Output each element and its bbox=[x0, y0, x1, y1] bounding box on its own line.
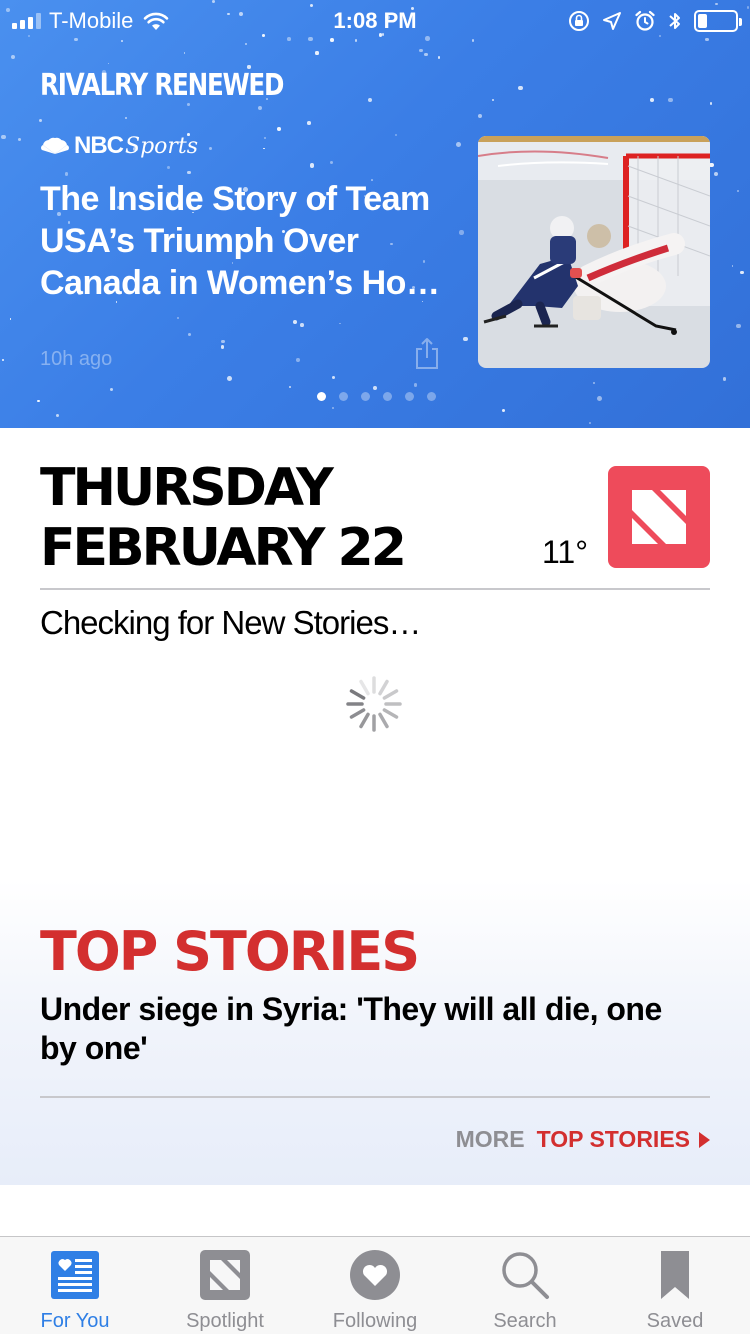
top-story-headline[interactable]: Under siege in Syria: 'They will all die… bbox=[40, 990, 700, 1068]
location-icon bbox=[603, 12, 621, 30]
top-stories-title[interactable]: TOP STORIES bbox=[40, 920, 420, 983]
date-weekday: THURSDAY bbox=[40, 458, 334, 518]
tab-label: Following bbox=[332, 1310, 418, 1332]
hero-timestamp: 10h ago bbox=[40, 348, 113, 370]
orientation-lock-icon bbox=[569, 11, 589, 31]
saved-icon bbox=[661, 1251, 689, 1299]
page-dot[interactable] bbox=[338, 392, 348, 401]
page-dot[interactable] bbox=[382, 392, 392, 401]
page-dot[interactable] bbox=[426, 392, 436, 401]
tab-label: For You bbox=[40, 1310, 110, 1332]
hero-image-hockey[interactable] bbox=[478, 136, 710, 368]
tab-saved[interactable]: Saved bbox=[600, 1237, 750, 1334]
page-dot[interactable] bbox=[316, 392, 326, 401]
search-icon bbox=[502, 1252, 549, 1299]
alarm-icon bbox=[635, 10, 655, 31]
news-app-logo bbox=[608, 466, 710, 568]
tab-label: Spotlight bbox=[186, 1310, 264, 1332]
page-dot[interactable] bbox=[404, 392, 414, 401]
share-icon[interactable] bbox=[412, 336, 442, 370]
bluetooth-icon bbox=[669, 13, 680, 29]
tab-for-you[interactable]: For You bbox=[0, 1237, 150, 1334]
nbc-peacock-icon bbox=[41, 137, 69, 154]
battery-icon bbox=[694, 10, 742, 32]
divider bbox=[40, 1096, 710, 1098]
loading-spinner-icon bbox=[346, 676, 402, 732]
source-logo: NBC Sports bbox=[40, 132, 198, 160]
page-indicator[interactable] bbox=[0, 392, 750, 401]
weather-temperature[interactable]: 11° bbox=[542, 534, 588, 571]
tab-following[interactable]: Following bbox=[300, 1237, 450, 1334]
divider bbox=[40, 588, 710, 590]
tab-bar: For You Spotlight Following Search Saved bbox=[0, 1236, 750, 1334]
loading-status-text: Checking for New Stories… bbox=[40, 604, 421, 641]
hero-section-label: RIVALRY RENEWED bbox=[40, 68, 284, 103]
tab-search[interactable]: Search bbox=[450, 1237, 600, 1334]
spotlight-icon bbox=[200, 1250, 250, 1300]
for-you-icon bbox=[51, 1251, 99, 1299]
tab-spotlight[interactable]: Spotlight bbox=[150, 1237, 300, 1334]
chevron-right-icon bbox=[699, 1131, 710, 1148]
tab-label: Saved bbox=[646, 1310, 704, 1332]
date-month-day: FEBRUARY 22 bbox=[40, 518, 407, 578]
following-icon bbox=[350, 1250, 400, 1300]
status-bar: T-Mobile 1:08 PM bbox=[0, 0, 750, 40]
hero-banner[interactable]: T-Mobile 1:08 PM RIVALRY RENEWED NBC Spo… bbox=[0, 0, 750, 428]
tab-label: Search bbox=[493, 1310, 557, 1332]
more-top-stories-link[interactable]: MORE TOP STORIES bbox=[456, 1126, 710, 1153]
page-dot[interactable] bbox=[360, 392, 370, 401]
hero-headline[interactable]: The Inside Story of Team USA’s Triumph O… bbox=[40, 178, 450, 304]
